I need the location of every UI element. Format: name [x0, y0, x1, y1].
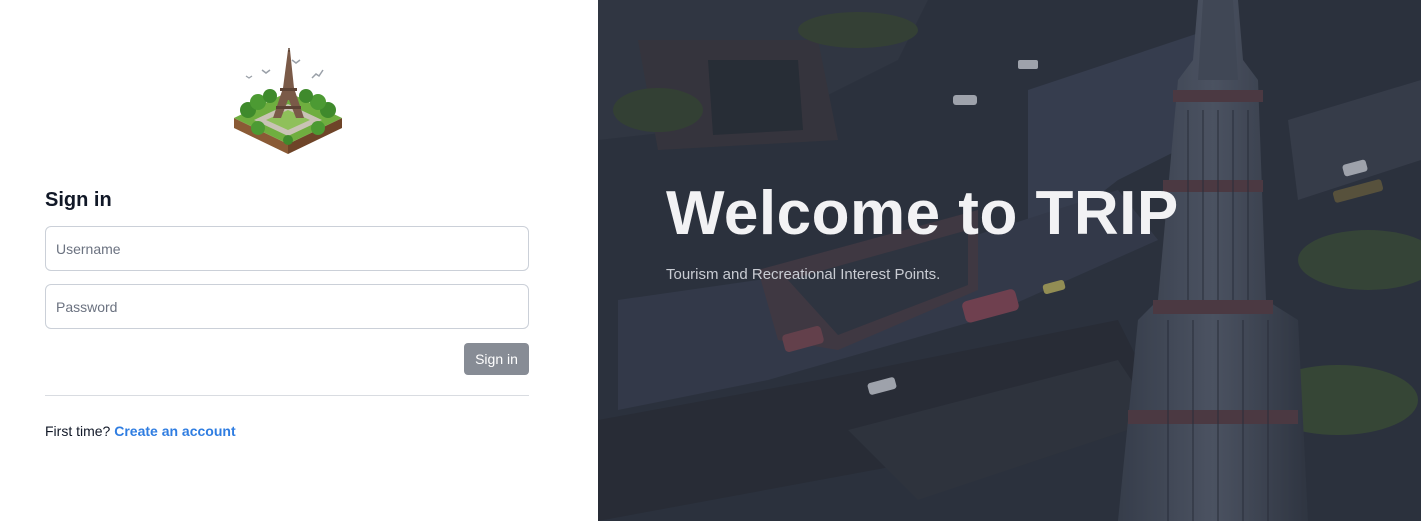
hero-panel: Welcome to TRIP Tourism and Recreational… [598, 0, 1421, 521]
signin-actions: Sign in [45, 343, 529, 375]
signin-title: Sign in [45, 189, 112, 211]
eiffel-tower-logo-icon [232, 48, 344, 156]
signin-form: Sign in Sign in First time? Create an ac… [45, 186, 529, 439]
signin-panel: Sign in Sign in First time? Create an ac… [0, 0, 598, 521]
create-account-link[interactable]: Create an account [114, 423, 235, 439]
signin-button[interactable]: Sign in [464, 343, 529, 375]
city-background-image [598, 0, 1421, 521]
hero-title: Welcome to TRIP [666, 179, 1179, 248]
register-prompt: First time? Create an account [45, 423, 529, 439]
password-input[interactable] [45, 284, 529, 329]
divider [45, 395, 529, 396]
hero-subtitle: Tourism and Recreational Interest Points… [666, 266, 941, 283]
register-prompt-text: First time? [45, 423, 111, 439]
username-input[interactable] [45, 226, 529, 271]
